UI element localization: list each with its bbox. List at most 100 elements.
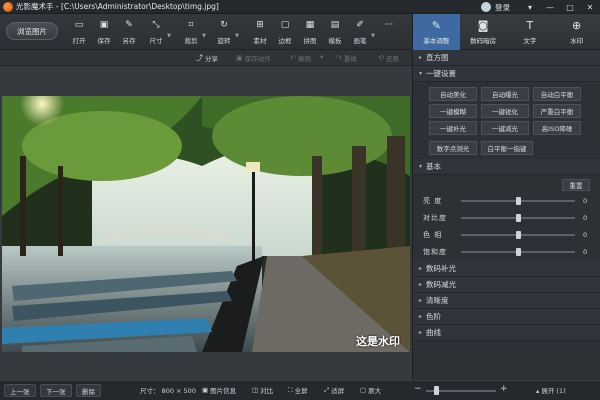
skin-menu-button[interactable]: ▾ [520,0,540,14]
login-button[interactable]: 登录 [481,2,510,13]
section-one-click[interactable]: ▾ 一键设置 [413,66,600,82]
tab-darkroom-label: 数码暗房 [470,36,497,45]
brush-button[interactable]: ✐ 画笔 ▼ [349,20,376,46]
chevron-down-icon[interactable]: ▼ [167,33,171,39]
minimize-button[interactable]: — [540,0,560,14]
rotate-button[interactable]: ↻ 旋转 ▼ [213,20,240,46]
auto-white-balance-button[interactable]: 自动白平衡 [533,87,581,101]
severe-white-balance-button[interactable]: 严重白平衡 [533,104,581,118]
brightness-slider-thumb[interactable] [515,197,521,205]
border-button[interactable]: ▢ 边框 [274,20,296,46]
hue-slider-thumb[interactable] [515,231,521,239]
panel-tabs: ✎ 基本调整 ◙ 数码暗房 T 文字 ⊕ 水印 [413,14,600,50]
chevron-right-icon: ▸ [419,297,423,304]
window-title: 光影魔术手 - [C:\Users\Administrator\Desktop\… [16,2,219,11]
border-icon: ▢ [280,20,290,30]
chevron-down-icon[interactable]: ▼ [235,33,239,39]
compare-label: 对比 [260,387,274,395]
undo-button[interactable]: ↶ 撤销 [290,53,311,63]
section-digital-reduce[interactable]: ▸ 数码减光 [413,277,600,293]
section-curves[interactable]: ▸ 曲线 [413,325,600,341]
reset-button[interactable]: 重置 [562,179,590,191]
fullscreen-button[interactable]: ⛶ 全屏 [288,385,308,396]
redo-button[interactable]: ↷ 重做 [336,53,357,63]
compare-button[interactable]: ◫ 对比 [252,385,273,395]
collage-button[interactable]: ▦ 拼图 [299,20,321,46]
section-histogram[interactable]: ▸ 直方图 [413,50,600,66]
open-button[interactable]: ▭ 打开 [68,20,90,46]
white-balance-picker-button[interactable]: 白平衡一指键 [481,141,533,155]
fit-screen-button[interactable]: ⤢ 适屏 [324,385,345,396]
brightness-label: 亮 度 [423,197,443,205]
auto-beautify-button[interactable]: 自动美化 [429,87,477,101]
expand-filmstrip-button[interactable]: ▴ 展开 (1) [536,385,566,395]
save-action-button[interactable]: ▣ 保存动作 [236,53,271,63]
collage-icon: ▦ [305,20,315,30]
chevron-down-icon: ▾ [320,53,324,61]
resize-button[interactable]: ⤡ 尺寸 ▼ [145,20,172,46]
restore-button[interactable]: ⟲ 还原 [378,53,399,63]
template-label: 模板 [328,37,342,45]
saturation-slider[interactable] [461,248,575,256]
browse-images-button[interactable]: 浏览图片 [6,22,58,40]
saturation-slider-thumb[interactable] [515,248,521,256]
close-button[interactable]: ✕ [580,0,600,14]
text-icon: T [526,18,534,32]
border-label: 边框 [278,37,292,45]
share-icon: ⤴ [196,54,203,62]
chevron-down-icon: ▾ [419,70,423,77]
chevron-down-icon[interactable]: ▼ [202,33,206,39]
brightness-value: 0 [583,197,588,205]
one-click-blur-button[interactable]: 一键模糊 [429,104,477,118]
photo[interactable] [2,96,410,352]
crop-button[interactable]: ⌗ 裁剪 ▼ [180,20,207,46]
section-digital-reduce-label: 数码减光 [426,280,457,289]
resize-icon: ⤡ [152,20,160,30]
info-icon: ▣ [202,386,209,394]
maximize-button[interactable]: □ [560,0,580,14]
tab-darkroom[interactable]: ◙ 数码暗房 [460,14,507,50]
save-as-button[interactable]: ✎ 另存 [118,20,140,46]
brightness-slider[interactable] [461,197,575,205]
image-info-button[interactable]: ▣ 图片信息 [202,385,236,395]
spot-metering-button[interactable]: 数字点测光 [429,141,477,155]
zoom-out-icon[interactable]: − [414,384,422,394]
high-iso-denoise-button[interactable]: 高ISO降噪 [533,121,581,135]
one-click-reduce-light-button[interactable]: 一键减光 [481,121,529,135]
section-basic[interactable]: ▾ 基本 [413,159,600,175]
user-avatar-icon [481,2,491,12]
template-button[interactable]: ▤ 模板 [324,20,346,46]
tab-basic-adjust[interactable]: ✎ 基本调整 [413,14,460,50]
section-levels[interactable]: ▸ 色阶 [413,309,600,325]
material-button[interactable]: ⊞ 素材 [249,20,271,46]
original-size-button[interactable]: ▢ 原大 [360,385,381,395]
redo-icon: ↷ [336,54,342,62]
tab-text[interactable]: T 文字 [507,14,554,50]
next-image-button[interactable]: 下一张 [40,384,72,397]
collage-label: 拼图 [303,37,317,45]
one-click-fill-light-button[interactable]: 一键补光 [429,121,477,135]
undo-dropdown[interactable]: ▾ [320,53,323,61]
delete-image-button[interactable]: 删除 [76,384,101,397]
tab-watermark[interactable]: ⊕ 水印 [553,14,600,50]
one-click-sharpen-button[interactable]: 一键锐化 [481,104,529,118]
section-sharpness[interactable]: ▸ 清晰度 [413,293,600,309]
hue-slider[interactable] [461,231,575,239]
auto-exposure-button[interactable]: 自动曝光 [481,87,529,101]
watermark-text: 这是水印 [356,335,400,348]
zoom-slider-thumb[interactable] [434,386,439,395]
section-sharpness-label: 清晰度 [426,296,449,305]
contrast-slider-thumb[interactable] [515,214,521,222]
more-tools-button[interactable]: ··· [378,20,400,46]
title-bar-controls: 登录 ▾ — □ ✕ [481,0,600,14]
prev-image-button[interactable]: 上一张 [4,384,36,397]
section-digital-fill[interactable]: ▸ 数码补光 [413,261,600,277]
save-button[interactable]: ▣ 保存 [93,20,115,46]
zoom-in-icon[interactable]: + [500,384,508,394]
contrast-slider[interactable] [461,214,575,222]
share-button[interactable]: ⤴ 分享 [196,53,218,63]
chevron-down-icon[interactable]: ▼ [371,33,375,39]
app-logo-icon [3,1,13,12]
image-canvas[interactable]: 这是水印 [0,66,412,380]
fit-screen-label: 适屏 [331,387,345,395]
